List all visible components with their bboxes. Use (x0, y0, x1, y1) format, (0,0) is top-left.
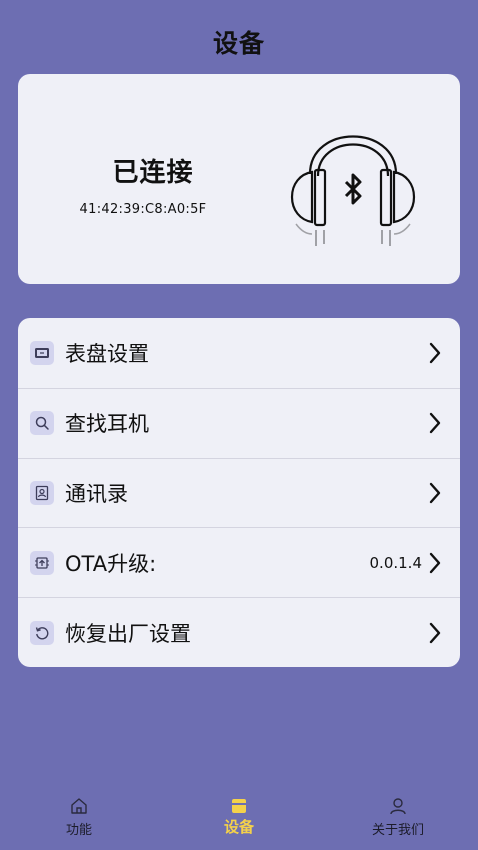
tab-label: 关于我们 (371, 823, 424, 838)
watch-face-icon (30, 340, 54, 365)
chevron-right-icon (429, 622, 441, 643)
menu-item-label: 表盘设置 (65, 341, 149, 366)
contacts-icon (30, 480, 54, 505)
tab-label: 设备 (223, 818, 254, 836)
ota-upgrade-icon (30, 550, 54, 575)
ota-version-value: 0.0.1.4 (369, 553, 422, 572)
connection-status: 已连接 (112, 158, 194, 188)
bluetooth-headphones-icon (290, 135, 416, 246)
chevron-right-icon (429, 552, 441, 573)
chevron-right-icon (429, 482, 441, 504)
search-icon (30, 411, 54, 436)
menu-item-find-earphones[interactable]: 查找耳机 (18, 387, 460, 458)
menu-item-watch-face[interactable]: 表盘设置 (18, 318, 460, 388)
tab-device[interactable]: 设备 (189, 796, 289, 837)
menu-item-label: 查找耳机 (65, 412, 149, 437)
tab-about-us[interactable]: 关于我们 (348, 796, 448, 838)
menu-item-factory-reset[interactable]: 恢复出厂设置 (18, 597, 460, 667)
chevron-right-icon (429, 342, 441, 364)
menu-item-ota-upgrade[interactable]: OTA升级: 0.0.1.4 (18, 527, 460, 597)
bottom-tab-bar: 功能 设备 关于我们 (0, 790, 478, 850)
reset-icon (30, 620, 54, 645)
page-title: 设备 (212, 29, 265, 58)
device-icon (232, 799, 246, 813)
settings-menu: 表盘设置 查找耳机 通讯录 OTA升级: 0.0.1.4 恢复出厂设置 (18, 318, 460, 667)
tab-label: 功能 (65, 823, 92, 838)
menu-item-label: 恢复出厂设置 (65, 621, 191, 646)
user-icon (390, 798, 406, 815)
tab-functions[interactable]: 功能 (29, 796, 129, 838)
mac-address: 41:42:39:C8:A0:5F (79, 202, 207, 217)
home-icon (71, 798, 87, 814)
chevron-right-icon (429, 412, 441, 434)
device-status-card: 已连接 41:42:39:C8:A0:5F (18, 74, 460, 284)
menu-item-contacts[interactable]: 通讯录 (18, 457, 460, 528)
menu-item-label: OTA升级: (65, 551, 157, 576)
menu-item-label: 通讯录 (65, 481, 128, 506)
